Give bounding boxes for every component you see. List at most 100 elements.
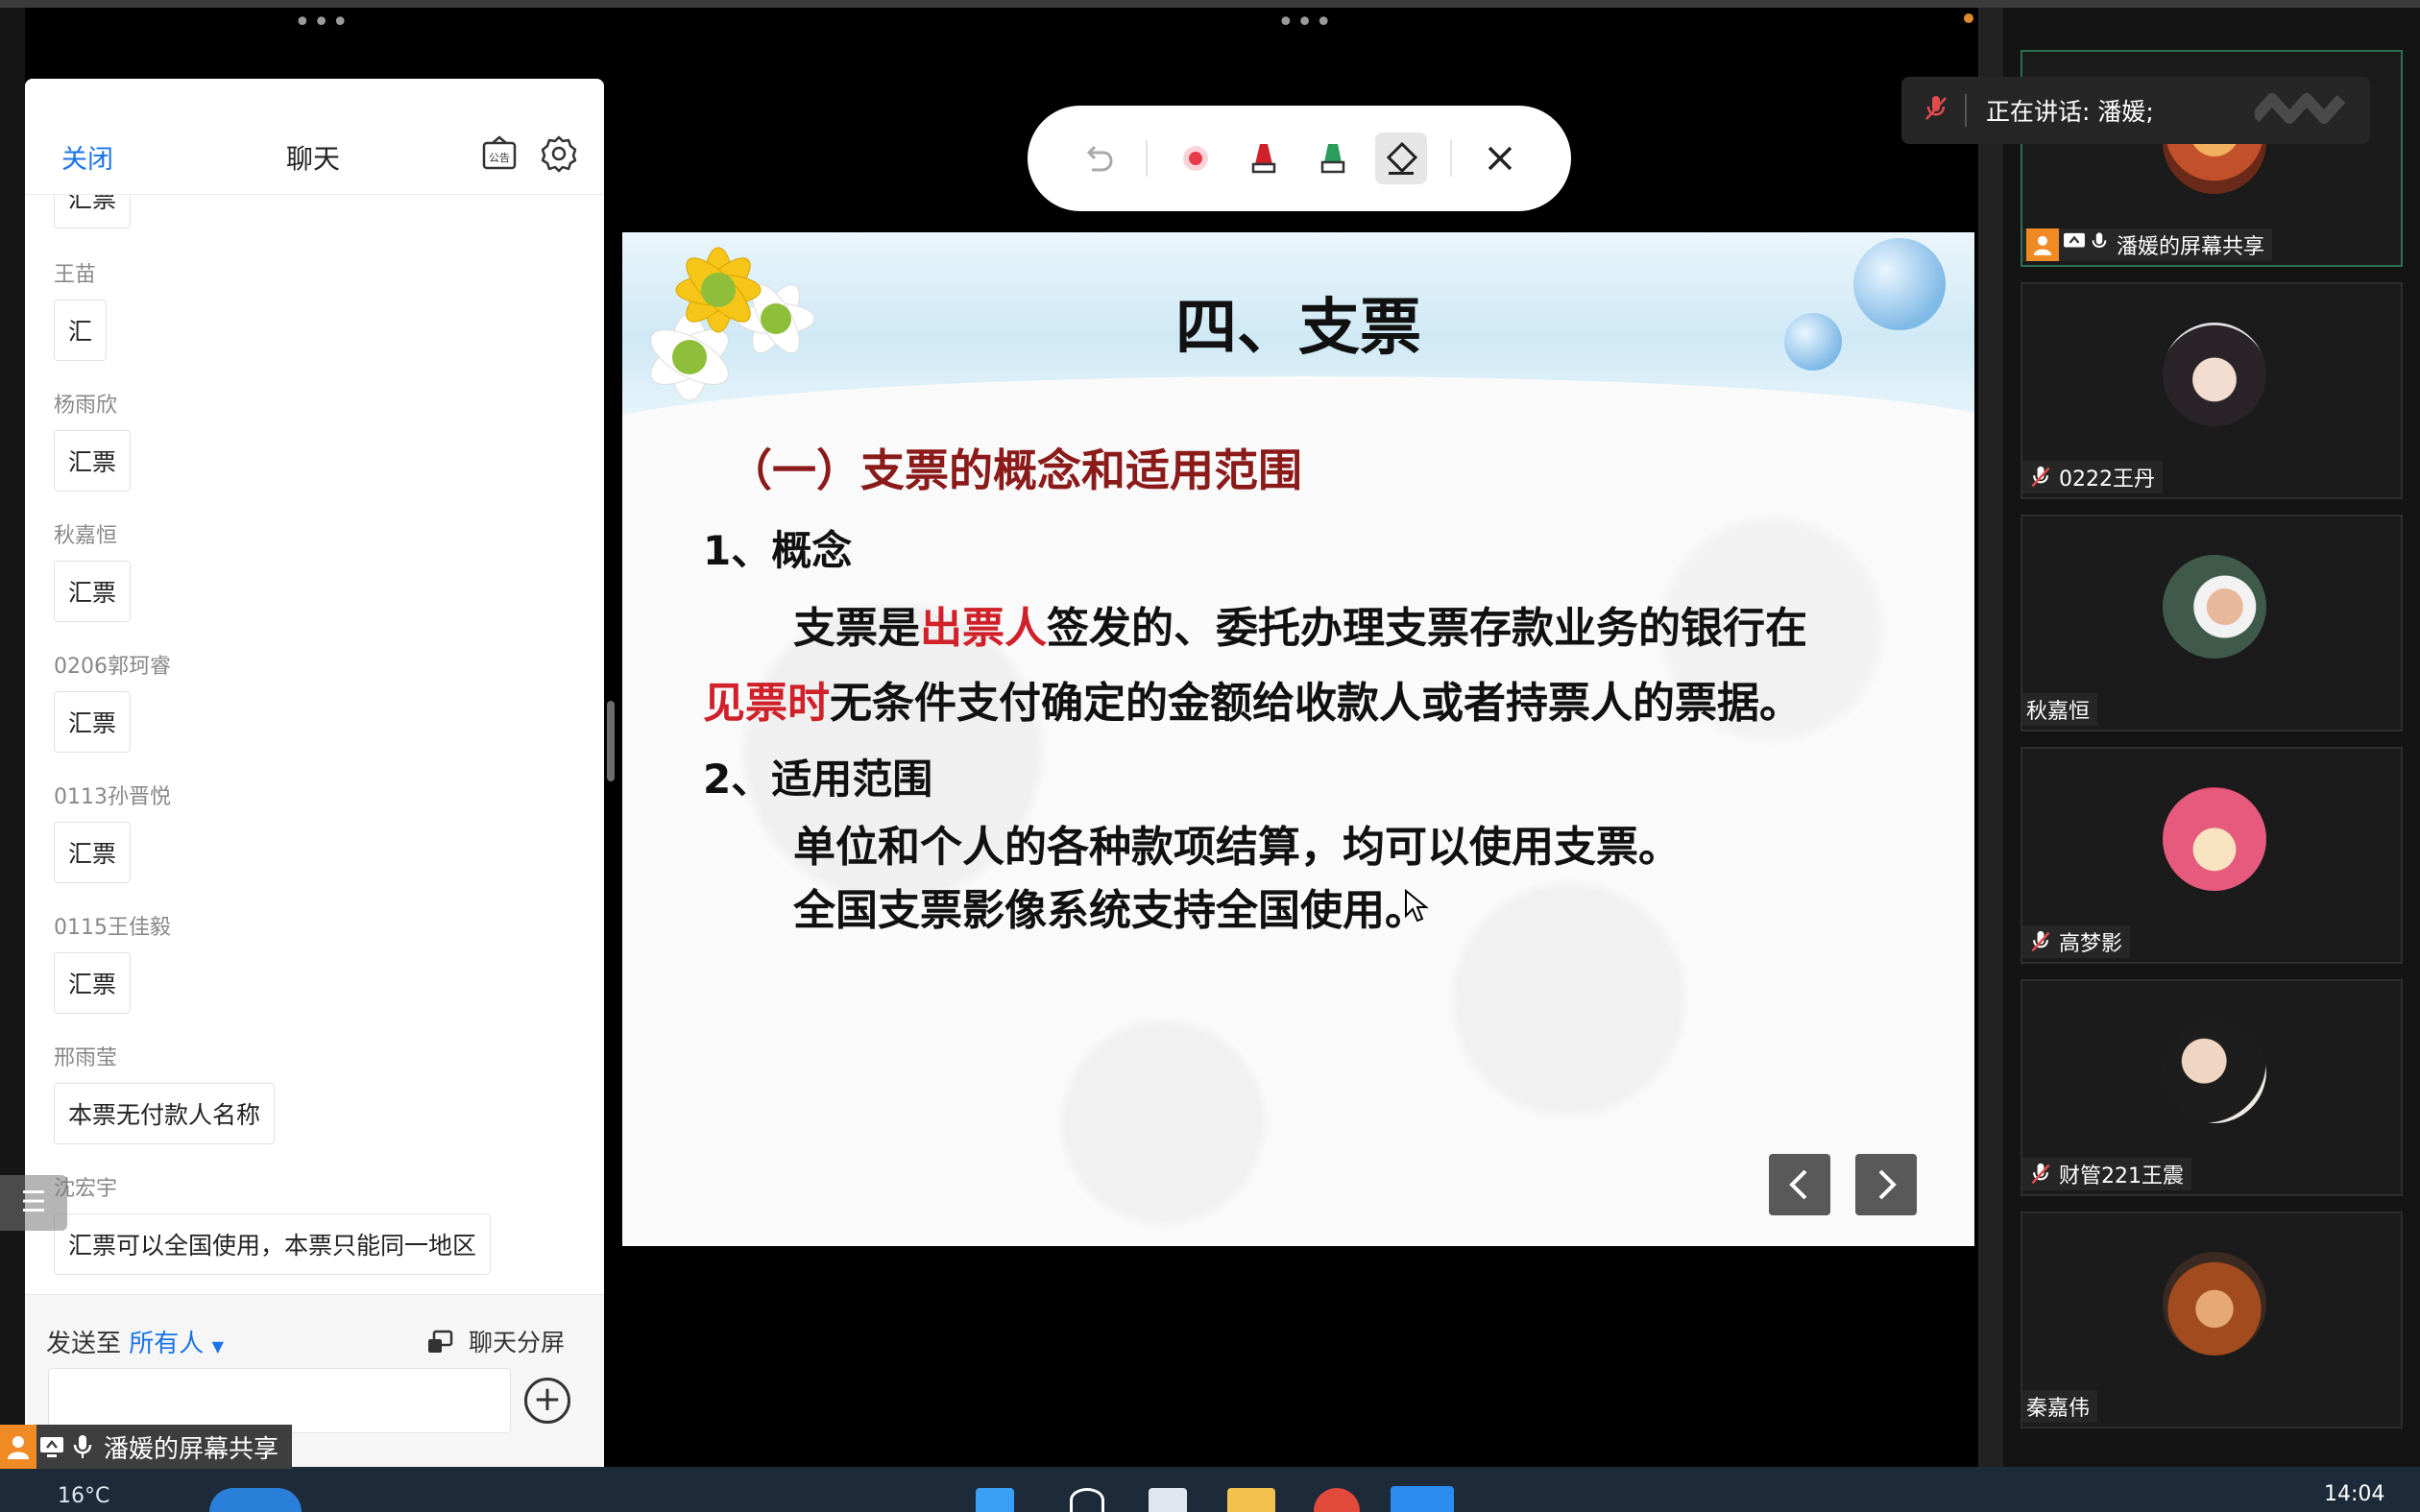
split-screen-icon — [428, 1330, 453, 1353]
send-to-selector[interactable]: 发送至 所有人 ▼ — [46, 1324, 224, 1359]
section-2-line-2: 全国支票影像系统支持全国使用。 — [793, 886, 1427, 935]
chat-message: 0113孙晋悦 汇票 — [54, 780, 171, 883]
participant-tile[interactable]: 高梦影 — [2021, 747, 2403, 964]
add-attachment-button[interactable]: + — [524, 1378, 570, 1424]
start-icon[interactable] — [976, 1488, 1014, 1512]
participant-name: 潘媛的屏幕共享 — [2117, 235, 2265, 259]
message-input[interactable] — [48, 1368, 511, 1433]
message-text: 汇票 — [54, 822, 132, 883]
message-text: 汇票 — [54, 430, 132, 492]
participant-name: 秋嘉恒 — [2026, 700, 2091, 724]
text-run: 签发的、委托办理支票存款业务的银行在 — [1047, 604, 1807, 653]
message-text: 汇票 — [54, 691, 132, 753]
chat-message: 邢雨莹 本票无付款人名称 — [54, 1041, 276, 1144]
red-pen-icon[interactable] — [1238, 132, 1290, 184]
section-1-heading: 1、概念 — [703, 527, 853, 574]
chat-message: 0115王佳毅 汇票 — [54, 910, 171, 1014]
participant-label: 0222王丹 — [2022, 461, 2163, 493]
muted-mic-icon — [2026, 1160, 2055, 1188]
message-sender: 0206郭珂睿 — [54, 655, 171, 679]
browser-icon[interactable] — [209, 1488, 302, 1512]
participant-tile[interactable]: 0222王丹 — [2021, 282, 2403, 499]
message-sender: 王苗 — [54, 263, 97, 287]
chat-header: 关闭 聊天 公告 — [25, 79, 604, 195]
file-explorer-icon[interactable] — [1227, 1488, 1275, 1512]
next-slide-button[interactable] — [1855, 1154, 1917, 1215]
muted-mic-icon — [2026, 927, 2055, 956]
annotation-toolbar — [1028, 106, 1571, 211]
weather-widget[interactable]: 16°C — [58, 1484, 109, 1508]
mouse-cursor-icon — [1405, 889, 1429, 923]
toolbar-divider — [1146, 140, 1148, 177]
participant-name: 财管221王震 — [2059, 1164, 2184, 1188]
message-sender: 0115王佳毅 — [54, 916, 171, 940]
announcement-icon[interactable]: 公告 — [480, 134, 519, 173]
previous-slide-button[interactable] — [1769, 1154, 1830, 1215]
chat-message-list[interactable]: 汇票 王苗 汇 杨雨欣 汇票 秋嘉恒 汇票 0206郭珂睿 汇票 0113孙晋悦… — [25, 194, 604, 1373]
message-sender: 杨雨欣 — [54, 394, 118, 418]
chevron-right-icon — [1878, 1169, 1897, 1200]
window-top-strip — [0, 0, 2420, 8]
message-text: 汇 — [54, 300, 108, 361]
avatar — [2163, 787, 2266, 891]
search-icon[interactable] — [1070, 1488, 1104, 1512]
avatar — [2163, 323, 2266, 426]
chrome-icon[interactable] — [1314, 1488, 1360, 1512]
clock[interactable]: 14:04 — [2324, 1482, 2384, 1506]
split-label: 聊天分屏 — [468, 1329, 565, 1356]
avatar — [2163, 555, 2266, 659]
os-taskbar: 16°C 14:04 — [0, 1467, 2420, 1512]
chat-message: 王苗 汇 — [54, 257, 108, 361]
screen-share-badge: 潘媛的屏幕共享 — [0, 1425, 293, 1469]
speaking-label: 正在讲话: 潘媛; — [1986, 98, 2154, 126]
share-badge-label: 潘媛的屏幕共享 — [104, 1434, 279, 1464]
share-screen-icon — [36, 1425, 67, 1469]
slide-subheading: （一）支票的概念和适用范围 — [728, 444, 1302, 496]
eraser-icon[interactable] — [1375, 132, 1427, 184]
section-1-line-2: 见票时无条件支付确定的金额给收款人或者持票人的票据。 — [703, 668, 1802, 730]
undo-icon[interactable] — [1072, 132, 1124, 184]
highlight-run: 见票时 — [703, 679, 830, 728]
share-drag-handle[interactable]: ••• — [1277, 9, 1334, 37]
svg-text:公告: 公告 — [489, 152, 510, 164]
list-menu-icon[interactable]: ☰ — [0, 1175, 67, 1231]
person-icon — [2026, 228, 2059, 261]
muted-mic-icon — [1923, 94, 1949, 127]
laser-pointer-icon[interactable] — [1170, 132, 1222, 184]
muted-mic-icon — [2026, 463, 2055, 492]
chat-drag-handle[interactable]: ••• — [294, 9, 351, 37]
message-sender: 邢雨莹 — [54, 1046, 118, 1070]
participant-tile[interactable]: 秦嘉伟 — [2021, 1212, 2403, 1428]
participant-name: 高梦影 — [2059, 932, 2123, 956]
participant-label: 财管221王震 — [2022, 1158, 2191, 1190]
divider — [1965, 94, 1967, 127]
text-run: 无条件支付确定的金额给收款人或者持票人的票据。 — [830, 679, 1802, 728]
participant-tile[interactable]: 秋嘉恒 — [2021, 515, 2403, 732]
chat-message: 0206郭珂睿 汇票 — [54, 649, 171, 753]
chat-message: 汇票 — [54, 194, 132, 228]
caret-down-icon[interactable]: ▼ — [212, 1337, 224, 1356]
participant-name: 秦嘉伟 — [2026, 1397, 2091, 1421]
chat-message: 杨雨欣 汇票 — [54, 388, 132, 492]
participant-label: 潘媛的屏幕共享 — [2022, 228, 2273, 261]
green-highlighter-icon[interactable] — [1307, 132, 1359, 184]
section-1-line-1: 支票是出票人签发的、委托办理支票存款业务的银行在 — [793, 593, 1807, 655]
chat-close-button[interactable]: 关闭 — [61, 138, 113, 176]
chat-message: 秋嘉恒 汇票 — [54, 518, 132, 622]
message-sender: 秋嘉恒 — [54, 524, 118, 548]
meeting-app-icon[interactable] — [1391, 1486, 1454, 1512]
participants-gutter — [1978, 8, 2003, 1467]
avatar — [2163, 1252, 2266, 1356]
panel-resize-handle[interactable] — [607, 701, 615, 781]
chat-split-button[interactable]: 聊天分屏 — [426, 1324, 565, 1358]
participant-tile[interactable]: 财管221王震 — [2021, 979, 2403, 1196]
send-to-target[interactable]: 所有人 — [129, 1330, 204, 1358]
close-icon[interactable] — [1474, 132, 1526, 184]
chat-title: 聊天 — [286, 143, 341, 175]
participant-name: 0222王丹 — [2059, 468, 2155, 492]
chat-panel: 关闭 聊天 公告 汇票 王苗 汇 杨雨欣 汇票 秋嘉恒 汇票 0206郭珂睿 汇… — [25, 79, 604, 1468]
task-view-icon[interactable] — [1149, 1488, 1187, 1512]
left-edge — [0, 8, 25, 1467]
participant-label: 秋嘉恒 — [2022, 693, 2098, 726]
settings-gear-icon[interactable] — [540, 134, 578, 173]
